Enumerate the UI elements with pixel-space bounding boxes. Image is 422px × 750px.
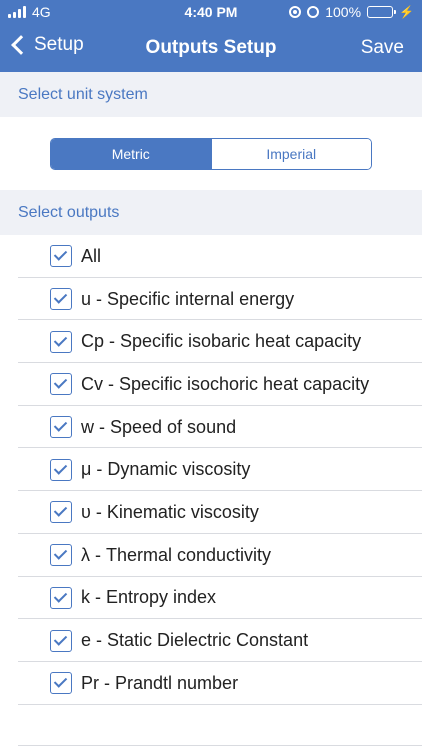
output-row-isobaric-heat-capacity[interactable]: Cp - Specific isobaric heat capacity [0,320,422,363]
checkbox[interactable] [50,629,72,652]
checkmark-icon [53,290,68,304]
output-label: Cv - Specific isochoric heat capacity [81,373,370,394]
header: 4G 4:40 PM 100% ⚡ Setup Outputs Setup Sa… [0,0,422,72]
output-row-entropy-index[interactable]: k - Entropy index [0,577,422,620]
divider [18,745,422,746]
nav-bar: Setup Outputs Setup Save [0,24,422,72]
segment-imperial[interactable]: Imperial [210,139,371,169]
output-label: All [81,245,102,266]
segment-metric[interactable]: Metric [51,139,211,169]
unit-section-header: Select unit system [0,72,422,117]
output-row-isochoric-heat-capacity[interactable]: Cv - Specific isochoric heat capacity [0,363,422,406]
output-row-speed-of-sound[interactable]: w - Speed of sound [0,406,422,449]
output-row-internal-energy[interactable]: u - Specific internal energy [0,278,422,321]
checkbox[interactable] [50,416,72,439]
output-label: υ - Kinematic viscosity [81,501,259,522]
checkbox[interactable] [50,373,72,396]
checkmark-icon [53,418,68,432]
checkbox[interactable] [50,245,72,268]
unit-segmented-control: Metric Imperial [50,138,372,170]
output-label: Cp - Specific isobaric heat capacity [81,331,362,352]
output-row-kinematic-viscosity[interactable]: υ - Kinematic viscosity [0,491,422,534]
back-label: Setup [34,34,84,55]
status-right: 100% ⚡ [289,4,414,20]
battery-icon [367,6,397,18]
output-label: u - Specific internal energy [81,288,295,309]
output-row-prandtl-number[interactable]: Pr - Prandtl number [0,662,422,705]
output-label: k - Entropy index [81,587,217,608]
output-list: All u - Specific internal energy Cp - Sp… [0,235,422,705]
outputs-section-header: Select outputs [0,190,422,235]
checkmark-icon [53,589,68,603]
checkbox[interactable] [50,288,72,311]
checkbox[interactable] [50,544,72,567]
output-row-thermal-conductivity[interactable]: λ - Thermal conductivity [0,534,422,577]
checkmark-icon [53,503,68,518]
output-row-dielectric-constant[interactable]: e - Static Dielectric Constant [0,619,422,662]
chevron-left-icon [11,35,31,55]
output-label: λ - Thermal conductivity [81,544,272,565]
checkmark-icon [53,333,68,347]
charging-icon: ⚡ [399,5,414,19]
checkmark-icon [53,546,68,560]
checkbox[interactable] [50,458,72,481]
checkmark-icon [53,375,68,390]
output-label: μ - Dynamic viscosity [81,459,251,480]
checkmark-icon [53,461,68,475]
output-label: e - Static Dielectric Constant [81,630,309,651]
status-bar: 4G 4:40 PM 100% ⚡ [0,0,422,24]
checkbox[interactable] [50,586,72,609]
output-row-all[interactable]: All [0,235,422,278]
checkmark-icon [53,247,68,262]
save-button[interactable]: Save [361,37,404,59]
checkbox[interactable] [50,330,72,353]
output-row-dynamic-viscosity[interactable]: μ - Dynamic viscosity [0,448,422,491]
battery-percent: 100% [325,4,362,20]
checkmark-icon [53,631,68,646]
alarm-icon [307,6,320,18]
checkbox[interactable] [50,501,72,524]
output-label: w - Speed of sound [81,416,237,437]
checkbox[interactable] [50,672,72,695]
orientation-lock-icon [289,6,302,18]
checkmark-icon [53,674,68,688]
output-label: Pr - Prandtl number [81,672,239,693]
back-button[interactable]: Setup [8,34,84,56]
